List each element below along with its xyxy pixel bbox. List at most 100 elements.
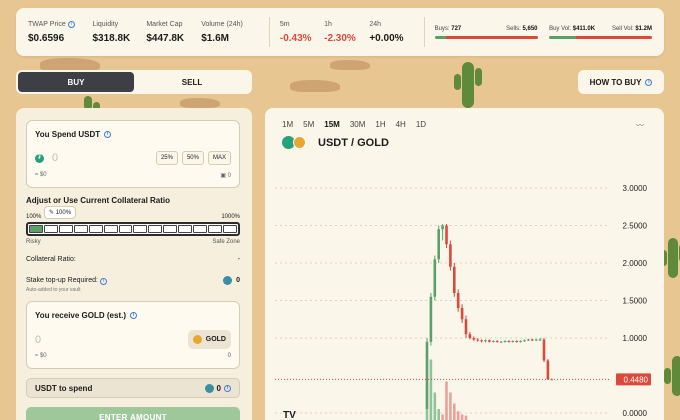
cactus-icon: [664, 356, 680, 396]
stat-volume: Volume (24h) $1.6M: [201, 21, 259, 44]
change-5m: 5m -0.43%: [280, 21, 324, 44]
slider-segment[interactable]: [73, 225, 88, 233]
slider-segment[interactable]: [148, 225, 163, 233]
spend-usd-value: ≈ $0: [35, 172, 47, 178]
spend-balance: 0: [227, 173, 231, 179]
buy-volume: $411.0K: [572, 25, 596, 32]
slider-segment[interactable]: [208, 225, 222, 233]
max-button[interactable]: MAX: [207, 151, 231, 165]
stat-value: $318.8K: [92, 32, 131, 44]
stat-value: $0.6596: [28, 32, 65, 44]
candlestick-chart[interactable]: 3.0000 2.5000 2.0000 1.5000 1.0000 0.0000 0.44…: [265, 108, 664, 420]
spend-card: You Spend USDT i ₮ 0 25% 50% MAX ≈ $0 ▣ 0: [26, 120, 240, 188]
buys-count: 727: [451, 25, 462, 32]
slider-segment[interactable]: [222, 225, 237, 233]
candle-body: [507, 341, 511, 342]
info-icon[interactable]: i: [67, 20, 75, 28]
stat-label: Volume (24h): [201, 20, 243, 28]
candle-body: [527, 339, 530, 341]
how-to-buy-button[interactable]: HOW TO BUY i: [578, 70, 664, 94]
stake-value: 0: [236, 277, 240, 284]
slider-segment[interactable]: [133, 225, 148, 233]
volume-ratio: Buy Vol: $411.0K Sell Vol: $1.2M: [549, 25, 653, 39]
pct-25-button[interactable]: 25%: [155, 151, 178, 165]
candle-body: [538, 339, 542, 341]
info-icon[interactable]: i: [224, 384, 231, 392]
tab-sell[interactable]: SELL: [134, 72, 250, 92]
receive-amount: 0: [35, 333, 42, 346]
to-spend-value: 0: [216, 383, 221, 393]
change-1h: 1h -2.30%: [324, 21, 369, 44]
buys-sells-bar: [434, 35, 538, 39]
y-tick-label: 1.5000: [623, 297, 648, 306]
candle-body: [445, 225, 448, 245]
tab-buy[interactable]: BUY: [18, 72, 134, 92]
stat-twap: TWAP Price i $0.6596: [28, 20, 92, 44]
candle-body: [488, 340, 491, 342]
current-ratio-pill: ✎ 100%: [44, 206, 77, 219]
cactus-icon: [660, 238, 680, 278]
candle-body: [492, 341, 495, 342]
candle-body: [495, 341, 499, 342]
collateral-ratio-slider[interactable]: [26, 222, 240, 236]
buy-sell-toggle: BUY SELL: [16, 70, 252, 94]
y-tick-label: 2.0000: [623, 259, 648, 268]
stake-token-icon: [223, 276, 233, 285]
slider-segment[interactable]: [43, 225, 58, 233]
candle-body: [441, 225, 444, 230]
stat-label: TWAP Price: [28, 20, 66, 28]
stat-value: $447.8K: [146, 32, 185, 44]
slider-segment[interactable]: [103, 225, 118, 233]
info-icon[interactable]: i: [99, 277, 107, 285]
stat-label: Liquidity: [92, 20, 119, 28]
candle-body: [519, 341, 522, 342]
candle-body: [429, 296, 433, 342]
candle-body: [468, 334, 472, 338]
enter-amount-button[interactable]: ENTER AMOUNT: [26, 407, 240, 420]
usdt-token-icon: [204, 383, 214, 393]
slider-segment[interactable]: [88, 225, 103, 233]
receive-usd-value: ≈ $0: [35, 353, 47, 359]
tradingview-logo-icon: TV: [283, 410, 296, 420]
candle-body: [449, 244, 452, 267]
candle-body: [460, 308, 464, 320]
sells-count: 5,650: [522, 25, 538, 32]
receive-balance: 0: [227, 353, 231, 359]
pct-50-button[interactable]: 50%: [181, 151, 204, 165]
stake-subtext: Auto-added to your vault: [26, 287, 81, 293]
receive-title: You receive GOLD (est.): [35, 311, 126, 320]
candle-body: [515, 341, 518, 342]
spend-title: You Spend USDT: [35, 130, 101, 139]
candle-body: [453, 266, 456, 293]
slider-segment[interactable]: [118, 225, 133, 233]
slider-segment[interactable]: [58, 225, 73, 233]
ratio-min-label: 100%: [26, 214, 42, 220]
candle-body: [546, 360, 550, 380]
change-value: -0.43%: [279, 32, 312, 44]
slider-segment[interactable]: [29, 225, 43, 233]
risky-label: Risky: [26, 239, 41, 245]
slider-segment[interactable]: [193, 225, 208, 233]
candle-body: [531, 339, 534, 341]
y-tick-label: 0.0000: [623, 409, 648, 418]
volume-bar: [441, 414, 444, 420]
buys-sells-ratio: Buys: 727 Sells: 5,650: [434, 25, 538, 39]
trade-panel: You Spend USDT i ₮ 0 25% 50% MAX ≈ $0 ▣ 0…: [16, 108, 252, 420]
usdt-to-spend-row: USDT to spend 0i: [26, 378, 240, 398]
volume-bar: [425, 409, 429, 420]
market-stats-bar: TWAP Price i $0.6596 Liquidity $318.8K Ma…: [16, 8, 664, 56]
candle-body: [464, 319, 468, 335]
y-tick-label: 1.0000: [623, 334, 648, 343]
candle-body: [484, 340, 487, 342]
slider-segment[interactable]: [163, 225, 178, 233]
ratio-max-label: 1000%: [221, 214, 240, 220]
safe-zone-label: Safe Zone: [212, 239, 240, 245]
divider: [423, 17, 425, 47]
divider: [268, 17, 270, 47]
candle-body: [503, 341, 507, 342]
slider-segment[interactable]: [178, 225, 193, 233]
info-icon[interactable]: i: [104, 131, 112, 138]
info-icon[interactable]: i: [130, 312, 137, 319]
stat-market-cap: Market Cap $447.8K: [146, 21, 201, 44]
spend-amount-input[interactable]: 0: [52, 152, 152, 164]
